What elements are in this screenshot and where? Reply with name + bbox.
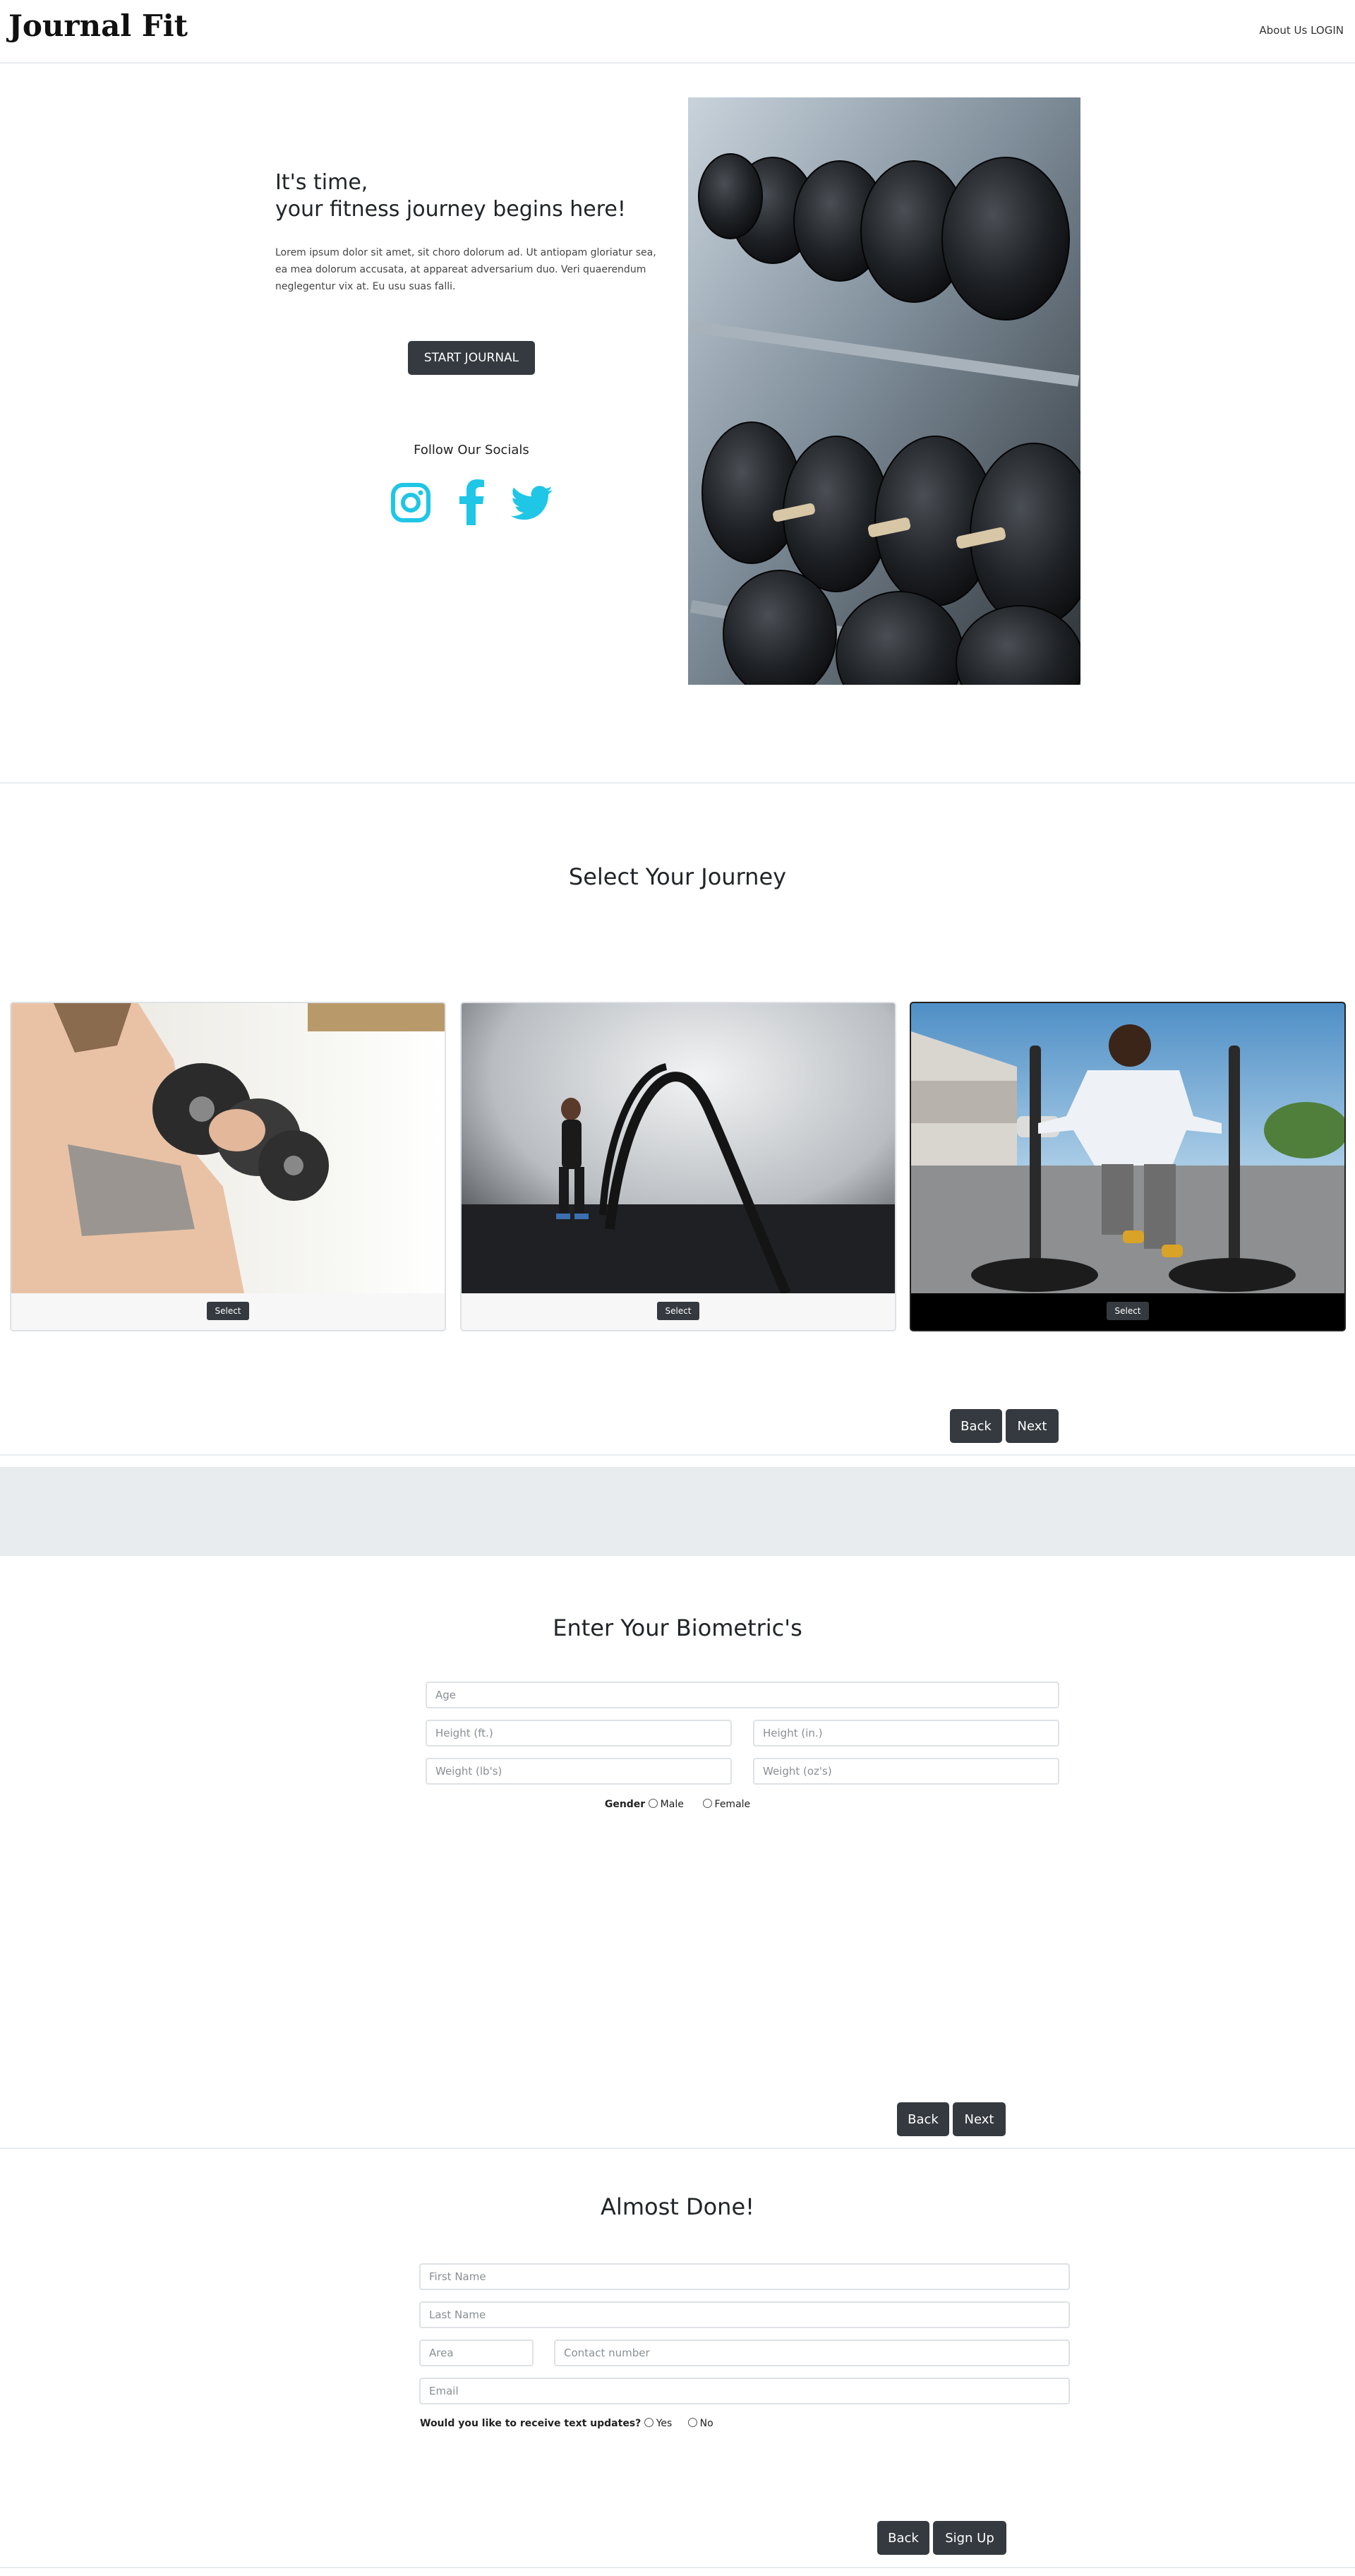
start-journal-button[interactable]: START JOURNAL	[408, 341, 535, 375]
select-button[interactable]: Select	[1107, 1302, 1149, 1320]
biometrics-title: Enter Your Biometric's	[553, 1615, 802, 1641]
weight-lb-input[interactable]: Weight (lb's)	[426, 1758, 732, 1785]
first-name-input[interactable]: First Name	[419, 2263, 1070, 2290]
contact-number-input[interactable]: Contact number	[554, 2340, 1070, 2366]
biometrics-next-button[interactable]: Next	[953, 2102, 1006, 2136]
text-updates-question: Would you like to receive text updates?	[420, 2418, 642, 2429]
brand-logo[interactable]: Journal Fit	[8, 8, 188, 43]
journey-next-button[interactable]: Next	[1006, 1409, 1059, 1443]
journey-back-button[interactable]: Back	[950, 1409, 1002, 1443]
select-button[interactable]: Select	[657, 1302, 699, 1320]
card-1-footer: Select	[11, 1292, 445, 1330]
footer-divider	[0, 2567, 1355, 2568]
journey-divider	[0, 1454, 1355, 1456]
nav-about-link[interactable]: About Us	[1259, 24, 1307, 37]
female-radio[interactable]	[702, 1799, 712, 1808]
card-photo-woman-dumbbells	[11, 1003, 445, 1293]
journey-card-3: Select	[910, 1002, 1346, 1331]
gender-label: Gender	[604, 1799, 646, 1810]
last-name-input[interactable]: Last Name	[419, 2301, 1070, 2328]
area-code-input[interactable]: Area	[419, 2340, 534, 2366]
journey-card-1: Select	[10, 1002, 446, 1331]
female-label: Female	[714, 1799, 751, 1810]
height-in-input[interactable]: Height (in.)	[753, 1720, 1059, 1747]
signup-submit-button[interactable]: Sign Up	[933, 2521, 1006, 2555]
twitter-icon[interactable]	[511, 486, 553, 521]
navbar: Journal Fit About Us LOGIN	[0, 0, 1355, 62]
hero-title-line2: your fitness journey begins here!	[275, 197, 626, 222]
email-input[interactable]: Email	[419, 2378, 1070, 2404]
hero-divider	[0, 782, 1355, 784]
card-3-footer: Select	[911, 1292, 1344, 1330]
age-input[interactable]: Age	[426, 1682, 1059, 1708]
signup-title: Almost Done!	[601, 2193, 754, 2220]
gray-band	[0, 1467, 1355, 1556]
male-label: Male	[660, 1799, 684, 1810]
card-photo-battle-ropes	[462, 1003, 895, 1295]
nav-login-link[interactable]: LOGIN	[1311, 24, 1344, 37]
hero-dumbbell-rack-image	[688, 97, 1080, 685]
card-2-footer: Select	[462, 1292, 895, 1330]
male-radio[interactable]	[648, 1799, 658, 1808]
yes-label: Yes	[656, 2418, 673, 2429]
journey-card-2: Select	[460, 1002, 896, 1331]
height-ft-input[interactable]: Height (ft.)	[426, 1720, 732, 1747]
signup-back-button[interactable]: Back	[877, 2521, 929, 2555]
nav-links: About Us LOGIN	[1259, 24, 1344, 37]
navbar-divider	[0, 62, 1355, 64]
no-label: No	[699, 2418, 713, 2429]
hero-title: It's time, your fitness journey begins h…	[275, 169, 626, 223]
weight-oz-input[interactable]: Weight (oz's)	[753, 1758, 1059, 1785]
select-button[interactable]: Select	[207, 1302, 249, 1320]
biometrics-back-button[interactable]: Back	[897, 2102, 949, 2136]
gender-row: Gender Male Female	[0, 1799, 1355, 1810]
biometrics-divider	[0, 2147, 1355, 2149]
instagram-icon[interactable]	[390, 482, 431, 523]
hero-title-line1: It's time,	[275, 170, 368, 195]
text-updates-row: Would you like to receive text updates? …	[420, 2418, 713, 2429]
no-radio[interactable]	[687, 2418, 697, 2427]
card-photo-sled-push	[911, 1003, 1344, 1293]
facebook-icon[interactable]	[457, 479, 486, 525]
yes-radio[interactable]	[644, 2418, 654, 2427]
hero-body: Lorem ipsum dolor sit amet, sit choro do…	[275, 247, 656, 292]
socials-heading: Follow Our Socials	[414, 443, 529, 457]
journey-title: Select Your Journey	[568, 863, 787, 890]
